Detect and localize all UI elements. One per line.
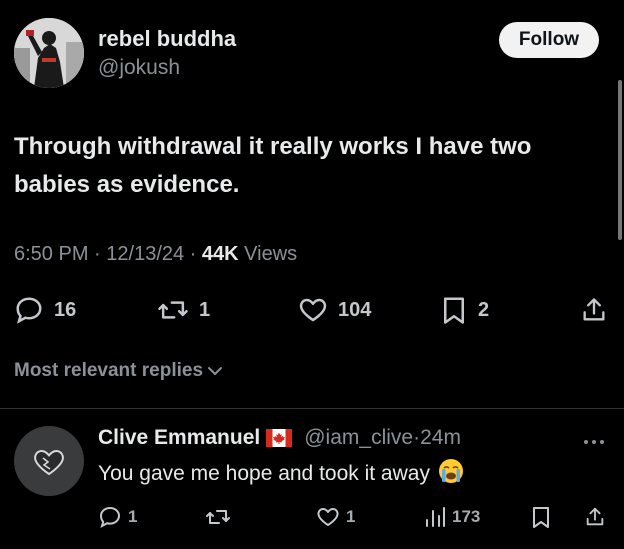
bookmark-icon xyxy=(444,297,464,324)
post-time[interactable]: 6:50 PM xyxy=(14,243,88,265)
analytics-icon xyxy=(426,507,445,527)
meta-separator: · xyxy=(184,243,202,265)
reply-text: You gave me hope and took it away xyxy=(98,458,464,490)
reply-views-count: 173 xyxy=(452,507,481,526)
scrollbar-thumb[interactable] xyxy=(618,80,622,240)
bookmark-button[interactable]: 2 xyxy=(440,292,489,328)
share-icon xyxy=(586,507,604,526)
share-icon xyxy=(583,298,605,321)
bookmark-icon xyxy=(533,507,549,528)
divider xyxy=(0,408,624,409)
heart-icon xyxy=(299,298,327,322)
post-text: Through withdrawal it really works I hav… xyxy=(14,128,614,204)
author-avatar[interactable] xyxy=(14,18,84,88)
reply-author-handle[interactable]: @iam_clive xyxy=(304,426,413,450)
post-meta: 6:50 PM · 12/13/24 · 44K Views xyxy=(14,243,297,266)
like-button[interactable]: 104 xyxy=(298,292,371,328)
crying-face-icon xyxy=(438,458,464,490)
reply-like-count: 1 xyxy=(346,507,356,526)
reply-avatar[interactable] xyxy=(14,426,84,496)
reply-header: Clive Emmanuel @iam_clive · 24m xyxy=(98,426,461,450)
follow-button[interactable]: Follow xyxy=(499,22,599,58)
reply-repost-button[interactable] xyxy=(205,502,231,532)
bookmark-count: 2 xyxy=(478,298,490,321)
repost-button[interactable]: 1 xyxy=(157,292,210,328)
reply-icon xyxy=(99,506,121,529)
reply-sort-label: Most relevant replies xyxy=(14,360,204,381)
share-button[interactable] xyxy=(580,292,608,328)
reply-count: 16 xyxy=(54,298,77,321)
reply-icon xyxy=(16,297,42,324)
chevron-down-icon xyxy=(208,367,223,375)
reply-separator: · xyxy=(413,426,421,449)
canada-flag-icon xyxy=(266,429,293,447)
reply-button[interactable]: 16 xyxy=(14,292,76,328)
views-label: Views xyxy=(238,243,298,265)
reply-author-name[interactable]: Clive Emmanuel xyxy=(98,426,260,450)
post-date[interactable]: 12/13/24 xyxy=(106,243,184,265)
post-text-line-2: babies as evidence. xyxy=(14,171,240,198)
reply-views-button[interactable]: 173 xyxy=(424,502,480,532)
reply-bookmark-button[interactable] xyxy=(530,502,552,532)
post-header: rebel buddha @jokush Follow xyxy=(14,14,610,94)
post-action-bar: 16 1 104 2 xyxy=(14,292,614,328)
reply-like-button[interactable]: 1 xyxy=(316,502,355,532)
repost-icon xyxy=(158,301,188,319)
more-options-icon[interactable] xyxy=(582,438,606,446)
post-text-line-1: Through withdrawal it really works I hav… xyxy=(14,133,532,160)
views-count: 44K xyxy=(201,243,239,265)
meta-separator: · xyxy=(88,243,107,265)
reply-reply-button[interactable]: 1 xyxy=(98,502,137,532)
reply-share-button[interactable] xyxy=(584,502,606,532)
heart-icon xyxy=(317,508,339,526)
repost-icon xyxy=(206,510,230,524)
reply-action-bar: 1 1 173 xyxy=(98,502,618,532)
reply-sort-dropdown[interactable]: Most relevant replies xyxy=(14,360,225,382)
repost-count: 1 xyxy=(199,298,211,321)
reply-reply-count: 1 xyxy=(128,507,138,526)
author-handle[interactable]: @jokush xyxy=(98,56,180,80)
reply-item[interactable]: Clive Emmanuel @iam_clive · 24m You gave… xyxy=(0,410,624,549)
like-count: 104 xyxy=(338,298,372,321)
author-name[interactable]: rebel buddha xyxy=(98,26,236,52)
reply-timestamp[interactable]: 24m xyxy=(420,426,461,450)
reply-text-content: You gave me hope and took it away xyxy=(98,462,430,485)
